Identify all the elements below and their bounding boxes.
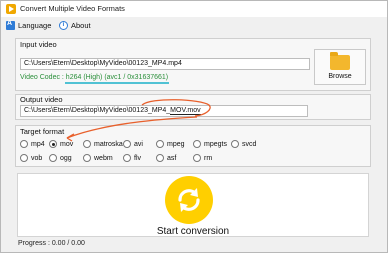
format-option-mp4[interactable]: mp4 — [20, 140, 45, 148]
radio-mpegts[interactable] — [193, 140, 201, 148]
info-icon — [59, 20, 68, 30]
format-option-mpeg[interactable]: mpeg — [156, 140, 185, 148]
input-path-text: C:\Users\Etern\Desktop\MyVideo\00123_MP4… — [24, 60, 182, 67]
radio-vob[interactable] — [20, 154, 28, 162]
format-option-vob[interactable]: vob — [20, 154, 42, 162]
menu-language[interactable]: Language — [6, 19, 51, 31]
output-path-prefix: C:\Users\Etern\Desktop\MyVideo\00123_MP4… — [24, 107, 171, 114]
format-option-avi[interactable]: avi — [123, 140, 143, 148]
radio-flv[interactable] — [123, 154, 131, 162]
format-option-mpegts[interactable]: mpegts — [193, 140, 227, 148]
radio-avi[interactable] — [123, 140, 131, 148]
format-option-matroska[interactable]: matroska — [83, 140, 123, 148]
radio-matroska[interactable] — [83, 140, 91, 148]
target-format-label: Target format — [20, 127, 65, 136]
folder-icon — [330, 51, 350, 70]
output-path-field[interactable]: C:\Users\Etern\Desktop\MyVideo\00123_MP4… — [20, 105, 308, 117]
format-label-avi: avi — [134, 140, 143, 148]
format-option-rm[interactable]: rm — [193, 154, 212, 162]
format-label-asf: asf — [167, 154, 177, 162]
radio-rm[interactable] — [193, 154, 201, 162]
format-label-ogg: ogg — [60, 154, 72, 162]
radio-mpeg[interactable] — [156, 140, 164, 148]
codec-prefix: Video Codec : — [20, 74, 66, 81]
window-title: Convert Multiple Video Formats — [20, 4, 125, 13]
format-option-ogg[interactable]: ogg — [49, 154, 72, 162]
radio-mov[interactable] — [49, 140, 57, 148]
start-conversion-label: Start conversion — [156, 226, 230, 237]
format-label-matroska: matroska — [94, 140, 123, 148]
radio-mp4[interactable] — [20, 140, 28, 148]
input-video-label: Input video — [20, 40, 57, 49]
format-label-mpeg: mpeg — [167, 140, 185, 148]
progress-status: Progress : 0.00 / 0.00 — [18, 240, 85, 247]
main-window: Convert Multiple Video Formats Language … — [0, 0, 388, 253]
format-option-svcd[interactable]: svcd — [231, 140, 256, 148]
output-path-extension: MOV.mov — [170, 107, 201, 115]
format-option-flv[interactable]: flv — [123, 154, 141, 162]
language-icon — [6, 20, 15, 30]
app-play-icon — [6, 4, 16, 14]
codec-value: h264 (High) (avc1 / 0x31637661) — [65, 74, 169, 81]
title-bar: Convert Multiple Video Formats — [1, 1, 387, 17]
browse-button[interactable]: Browse — [314, 49, 366, 85]
format-option-webm[interactable]: webm — [83, 154, 113, 162]
output-video-label: Output video — [20, 95, 63, 104]
format-label-mpegts: mpegts — [204, 140, 227, 148]
menu-bar: Language About — [1, 17, 387, 33]
input-path-field[interactable]: C:\Users\Etern\Desktop\MyVideo\00123_MP4… — [20, 58, 310, 70]
format-label-rm: rm — [204, 154, 213, 162]
radio-svcd[interactable] — [231, 140, 239, 148]
format-label-mp4: mp4 — [31, 140, 45, 148]
format-label-mov: mov — [60, 140, 74, 148]
video-codec-info: Video Codec : h264 (High) (avc1 / 0x3163… — [20, 74, 168, 81]
radio-ogg[interactable] — [49, 154, 57, 162]
target-format-group: Target format mp4 mov matroska avi mpeg … — [15, 125, 371, 167]
radio-asf[interactable] — [156, 154, 164, 162]
radio-webm[interactable] — [83, 154, 91, 162]
format-label-flv: flv — [134, 154, 141, 162]
menu-about[interactable]: About — [59, 19, 91, 31]
format-label-svcd: svcd — [242, 140, 257, 148]
format-option-asf[interactable]: asf — [156, 154, 176, 162]
output-video-group: Output video C:\Users\Etern\Desktop\MyVi… — [15, 94, 371, 120]
browse-label: Browse — [328, 72, 352, 80]
start-conversion-button[interactable]: Start conversion — [17, 173, 369, 237]
input-video-group: Input video C:\Users\Etern\Desktop\MyVid… — [15, 38, 371, 91]
convert-arrows-icon — [178, 188, 200, 212]
menu-about-label: About — [71, 20, 91, 30]
format-label-vob: vob — [31, 154, 43, 162]
convert-icon-circle — [165, 176, 213, 224]
menu-language-label: Language — [18, 20, 52, 30]
format-label-webm: webm — [94, 154, 113, 162]
format-option-mov[interactable]: mov — [49, 140, 73, 148]
